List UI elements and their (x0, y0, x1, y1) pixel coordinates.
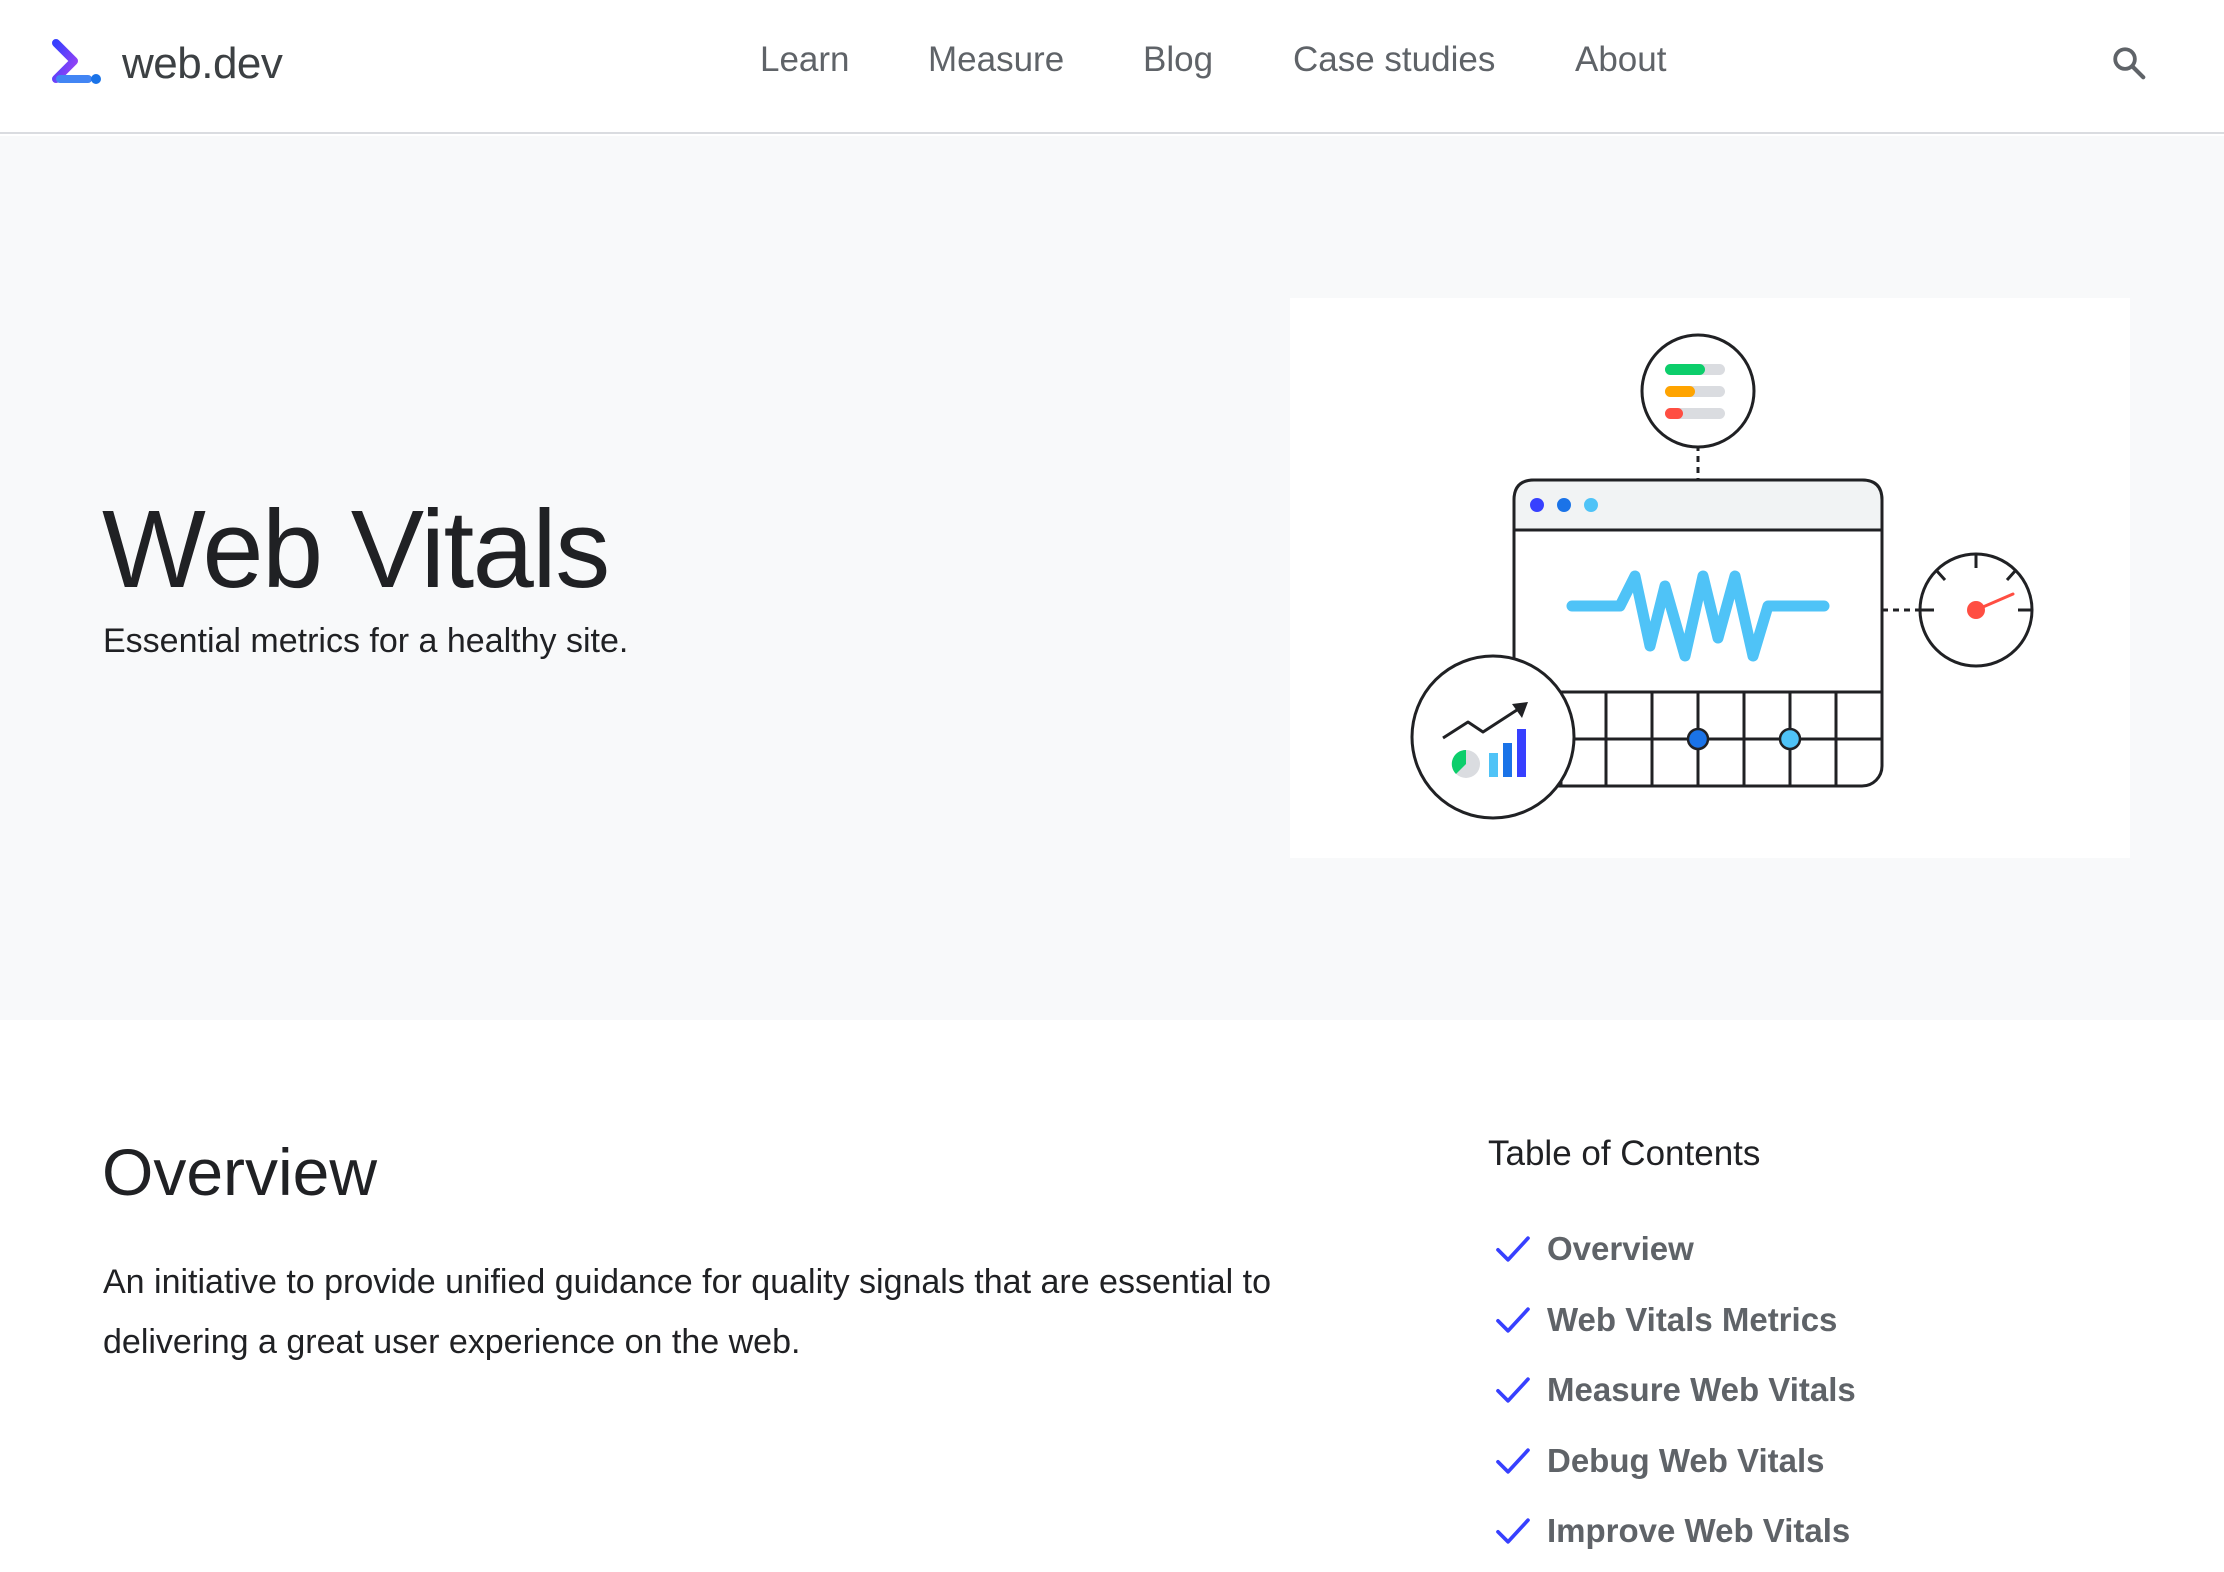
toc-label: Overview (1547, 1230, 1694, 1268)
toc-item-improve-web-vitals[interactable]: Improve Web Vitals (1488, 1496, 2128, 1567)
web-vitals-illustration-icon (1410, 333, 2034, 820)
toc-item-web-vitals-metrics[interactable]: Web Vitals Metrics (1488, 1285, 2128, 1356)
primary-nav: Learn Measure Blog Case studies About (0, 0, 2224, 124)
hero-illustration (1290, 298, 2130, 858)
toc-label: Improve Web Vitals (1547, 1512, 1851, 1550)
toc-label: Measure Web Vitals (1547, 1371, 1856, 1409)
search-icon (2113, 47, 2146, 80)
nav-case-studies[interactable]: Case studies (1293, 40, 1495, 80)
check-icon (1496, 1236, 1530, 1262)
check-icon (1496, 1448, 1530, 1474)
hero-section: Web Vitals Essential metrics for a healt… (0, 136, 2224, 1020)
toc-label: Debug Web Vitals (1547, 1441, 1825, 1479)
toc-label: Web Vitals Metrics (1547, 1300, 1838, 1338)
nav-measure[interactable]: Measure (928, 40, 1064, 80)
site-header: web.dev Learn Measure Blog Case studies … (0, 0, 2224, 134)
analytics-chart-icon (1410, 654, 1576, 820)
toc-title: Table of Contents (1488, 1134, 1761, 1173)
toc-item-measure-web-vitals[interactable]: Measure Web Vitals (1488, 1355, 2128, 1426)
nav-about[interactable]: About (1575, 40, 1666, 80)
nav-learn[interactable]: Learn (760, 40, 850, 80)
page-title: Web Vitals (102, 488, 610, 611)
overview-paragraph: An initiative to provide unified guidanc… (103, 1263, 1272, 1361)
search-button[interactable] (2104, 38, 2154, 88)
overview-heading: Overview (102, 1135, 378, 1209)
toc-list: Overview Web Vitals Metrics Measure Web … (1488, 1214, 2128, 1567)
check-icon (1496, 1518, 1530, 1544)
toc-item-overview[interactable]: Overview (1488, 1214, 2128, 1285)
toc-item-debug-web-vitals[interactable]: Debug Web Vitals (1488, 1426, 2128, 1497)
page-subtitle: Essential metrics for a healthy site. (103, 622, 629, 660)
check-icon (1496, 1307, 1530, 1333)
gauge-icon (1918, 552, 2034, 668)
table-of-contents: Table of Contents Overview Web Vitals Me… (1488, 1134, 2128, 1567)
check-icon (1496, 1377, 1530, 1403)
nav-blog[interactable]: Blog (1143, 40, 1213, 80)
score-bars-icon (1640, 333, 1756, 449)
